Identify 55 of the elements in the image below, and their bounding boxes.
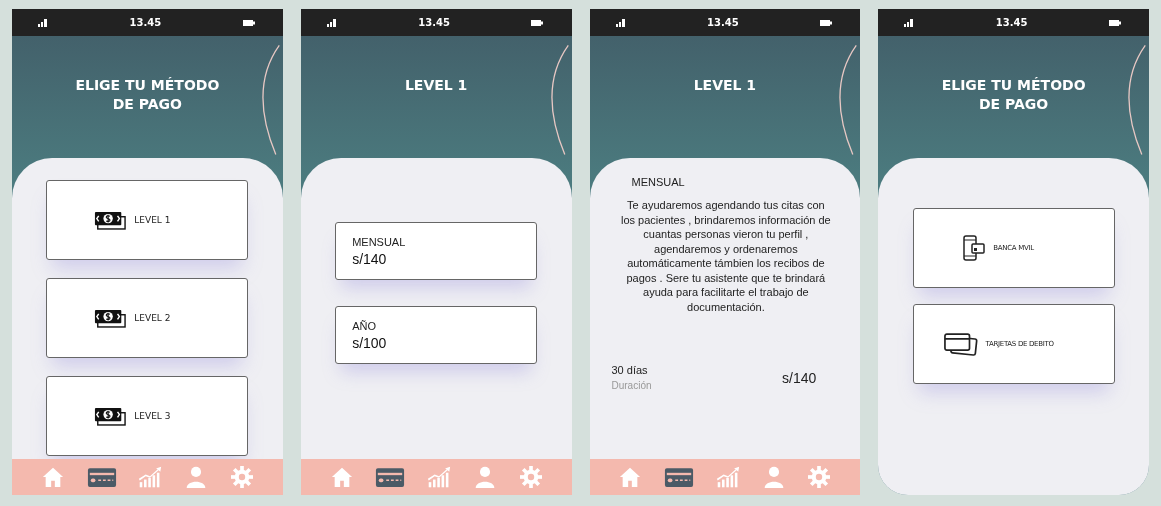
signal-icon: [615, 18, 626, 27]
status-time: 13.45: [129, 17, 162, 28]
status-time: 13.45: [995, 17, 1028, 28]
growth-chart-icon: [138, 466, 163, 488]
home-icon: [618, 466, 643, 488]
credit-card-icon: [375, 466, 406, 488]
payment-option[interactable]: LEVEL 2: [46, 278, 249, 358]
home-icon: [40, 466, 65, 488]
plan-name: MENSUAL: [630, 176, 686, 188]
credit-card-icon: [664, 466, 695, 488]
home-nav-button[interactable]: [329, 466, 354, 488]
signal-icon: [38, 18, 48, 27]
growth-chart-icon: [715, 466, 740, 488]
plan-option[interactable]: MENSUAL s/140: [335, 222, 538, 280]
home-nav-button[interactable]: [40, 466, 65, 488]
home-nav-button[interactable]: [618, 466, 643, 488]
settings-icon: [229, 466, 254, 488]
payment-option[interactable]: LEVEL 1: [46, 180, 249, 260]
cash-stack-icon: [94, 406, 127, 426]
battery-icon: [531, 19, 544, 26]
status-time: 13.45: [707, 17, 739, 28]
phone-card-icon: [963, 235, 986, 261]
plan-description: Te ayudaremos agendando tus citas con los pacientes , brindaremos información de cuantas personas vieron tu perfil , agendaremos y ordenaremos automáticamente támbien los recibos de pagos . Sere tu asistente que te brindará ayuda para facilitarte el trabajo de documentación.: [620, 198, 832, 315]
credit-card-icon: [86, 466, 117, 488]
settings-icon: [807, 466, 832, 488]
cash-stack-icon: [94, 210, 127, 230]
home-icon: [329, 466, 354, 488]
payment-option[interactable]: LEVEL 3: [46, 376, 249, 456]
chart-nav-button[interactable]: [715, 466, 740, 488]
cards-icon: [943, 331, 978, 357]
signal-icon: [326, 18, 337, 27]
cash-stack-icon: [94, 308, 127, 328]
card-nav-button[interactable]: [664, 466, 695, 488]
screen-title: LEVEL 1: [404, 76, 468, 95]
screen-title: ELIGE TU MÉTODO DE PAGO: [941, 76, 1086, 114]
growth-chart-icon: [427, 466, 452, 488]
status-time: 13.45: [418, 17, 450, 28]
chart-nav-button[interactable]: [138, 466, 163, 488]
gear-nav-button[interactable]: [229, 466, 254, 488]
battery-icon: [242, 19, 255, 26]
gear-nav-button[interactable]: [518, 466, 543, 488]
duration-label: Duración: [611, 380, 652, 392]
chart-nav-button[interactable]: [427, 466, 452, 488]
battery-icon: [820, 19, 833, 26]
settings-icon: [518, 466, 543, 488]
plan-option[interactable]: AÑO s/100: [335, 306, 538, 364]
gear-nav-button[interactable]: [807, 466, 832, 488]
screen-title: ELIGE TU MÉTODO DE PAGO: [75, 76, 220, 114]
duration-value: 30 días: [611, 364, 649, 377]
battery-icon: [1109, 19, 1121, 26]
card-nav-button[interactable]: [86, 466, 117, 488]
screen-title: LEVEL 1: [693, 76, 757, 95]
signal-icon: [904, 18, 915, 27]
plan-price: s/140: [782, 369, 817, 386]
card-nav-button[interactable]: [375, 466, 406, 488]
